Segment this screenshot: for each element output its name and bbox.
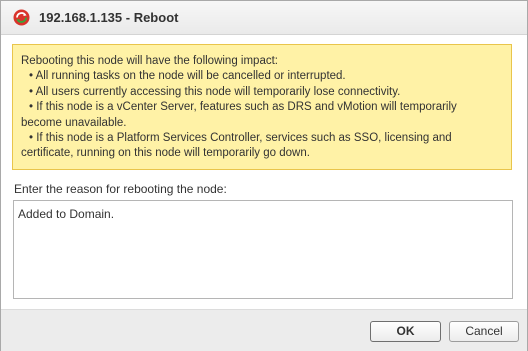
dialog-footer: OK Cancel — [1, 309, 527, 351]
warning-bullet-tasks: • All running tasks on the node will be … — [29, 70, 346, 83]
warning-intro: Rebooting this node will have the follow… — [21, 55, 278, 67]
ok-button[interactable]: OK — [370, 321, 441, 342]
impact-warning-box: Rebooting this node will have the follow… — [12, 44, 512, 170]
warning-bullet-users: • All users currently accessing this nod… — [29, 85, 401, 98]
reboot-icon — [13, 9, 30, 26]
dialog-title: 192.168.1.135 - Reboot — [39, 10, 179, 25]
reason-textarea[interactable]: Added to Domain. — [13, 200, 513, 299]
warning-bullet-vcenter-cont: become unavailable. — [21, 116, 127, 129]
warning-bullet-vcenter: • If this node is a vCenter Server, feat… — [29, 101, 457, 114]
reason-label: Enter the reason for rebooting the node: — [14, 182, 227, 196]
dialog-titlebar[interactable]: 192.168.1.135 - Reboot — [1, 1, 527, 35]
warning-bullet-psc: • If this node is a Platform Services Co… — [29, 132, 452, 145]
warning-bullet-psc-cont: certificate, running on this node will t… — [21, 147, 310, 160]
cancel-button[interactable]: Cancel — [449, 321, 519, 342]
reboot-dialog: 192.168.1.135 - Reboot Rebooting this no… — [0, 0, 528, 351]
